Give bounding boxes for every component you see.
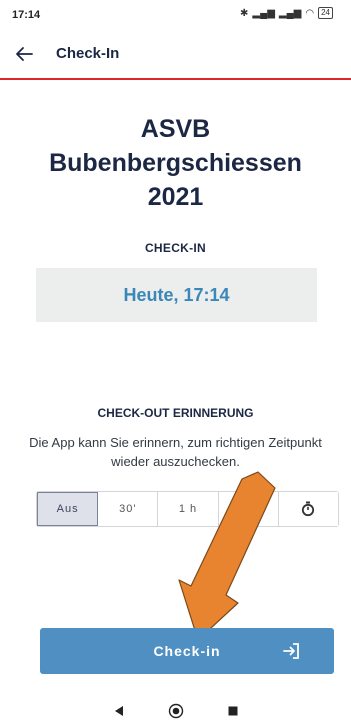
login-icon	[283, 643, 299, 659]
event-title-line1: ASVB	[140, 115, 211, 143]
app-bar: Check-In	[0, 30, 351, 80]
reminder-option-4[interactable]	[218, 492, 279, 526]
status-time: 17:14	[12, 9, 41, 21]
nav-back-button[interactable]	[109, 701, 129, 721]
reminder-title: CHECK-OUT ERINNERUNG	[97, 406, 254, 420]
event-title: ASVB Bubenbergschiessen 2021	[0, 112, 351, 214]
status-icons: ✱ ▂▄▆ ▂▄▆ ◠ 24	[240, 7, 333, 19]
page-title: Check-In	[56, 45, 120, 62]
checkin-button[interactable]: Check-in	[40, 628, 334, 674]
reminder-options: Aus 30' 1 h	[36, 491, 339, 527]
arrow-left-icon	[16, 47, 33, 61]
reminder-option-30min[interactable]: 30'	[98, 492, 159, 526]
wifi-icon: ◠	[305, 7, 315, 19]
event-title-line2: Bubenbergschiessen	[49, 149, 302, 177]
triangle-back-icon	[114, 706, 123, 716]
nav-home-button[interactable]	[166, 701, 186, 721]
checkin-time: Heute, 17:14	[123, 284, 230, 305]
signal-icon-2: ▂▄▆	[278, 7, 302, 19]
reminder-option-1h[interactable]: 1 h	[158, 492, 219, 526]
stopwatch-icon	[302, 501, 315, 517]
square-recents-icon	[228, 706, 237, 716]
event-title-line3: 2021	[147, 183, 204, 211]
checkin-button-label: Check-in	[153, 643, 221, 659]
status-bar: 17:14 ✱ ▂▄▆ ▂▄▆ ◠ 24	[0, 0, 351, 30]
bluetooth-icon: ✱	[240, 7, 249, 19]
circle-home-icon	[168, 703, 183, 719]
checkin-label: CHECK-IN	[144, 241, 207, 255]
reminder-option-off[interactable]: Aus	[37, 492, 99, 526]
nav-recents-button[interactable]	[223, 701, 243, 721]
annotation-arrow	[178, 471, 276, 641]
battery-icon: 24	[318, 7, 333, 19]
reminder-description: Die App kann Sie erinnern, zum richtigen…	[29, 435, 322, 469]
checkin-time-box: Heute, 17:14	[36, 268, 317, 322]
reminder-option-custom[interactable]	[278, 492, 339, 526]
system-nav-bar	[0, 697, 351, 725]
signal-icon: ▂▄▆	[252, 7, 275, 19]
back-button[interactable]	[12, 40, 42, 68]
